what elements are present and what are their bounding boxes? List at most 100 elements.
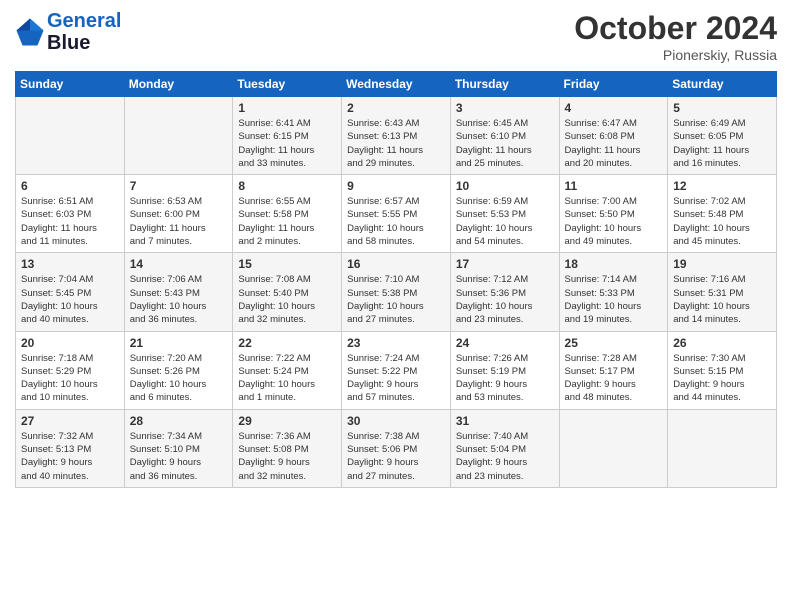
day-info: Sunrise: 7:02 AMSunset: 5:48 PMDaylight:… [673,195,771,248]
day-number: 2 [347,101,445,115]
title-block: October 2024 Pionerskiy, Russia [574,10,777,63]
day-info: Sunrise: 7:20 AMSunset: 5:26 PMDaylight:… [130,352,228,405]
day-info: Sunrise: 6:43 AMSunset: 6:13 PMDaylight:… [347,117,445,170]
day-cell: 16 Sunrise: 7:10 AMSunset: 5:38 PMDayligh… [342,253,451,331]
header-tuesday: Tuesday [233,72,342,97]
day-cell [559,409,668,487]
day-info: Sunrise: 7:00 AMSunset: 5:50 PMDaylight:… [565,195,663,248]
day-cell: 19 Sunrise: 7:16 AMSunset: 5:31 PMDayligh… [668,253,777,331]
day-info: Sunrise: 7:16 AMSunset: 5:31 PMDaylight:… [673,273,771,326]
day-number: 5 [673,101,771,115]
day-number: 22 [238,336,336,350]
calendar-header: Sunday Monday Tuesday Wednesday Thursday… [16,72,777,97]
day-info: Sunrise: 7:14 AMSunset: 5:33 PMDaylight:… [565,273,663,326]
day-info: Sunrise: 7:08 AMSunset: 5:40 PMDaylight:… [238,273,336,326]
day-cell: 4Sunrise: 6:47 AMSunset: 6:08 PMDaylight… [559,97,668,175]
day-number: 11 [565,179,663,193]
day-info: Sunrise: 6:55 AMSunset: 5:58 PMDaylight:… [238,195,336,248]
day-cell: 10Sunrise: 6:59 AMSunset: 5:53 PMDayligh… [450,175,559,253]
logo-line1: General [47,10,121,32]
day-cell: 6Sunrise: 6:51 AMSunset: 6:03 PMDaylight… [16,175,125,253]
page-header: General Blue October 2024 Pionerskiy, Ru… [15,10,777,63]
day-number: 16 [347,257,445,271]
day-cell: 2 Sunrise: 6:43 AMSunset: 6:13 PMDaylight… [342,97,451,175]
day-info: Sunrise: 7:40 AMSunset: 5:04 PMDaylight:… [456,430,554,483]
day-info: Sunrise: 6:53 AMSunset: 6:00 PMDaylight:… [130,195,228,248]
week-row-3: 20 Sunrise: 7:18 AMSunset: 5:29 PMDayligh… [16,331,777,409]
page-container: General Blue October 2024 Pionerskiy, Ru… [0,0,792,498]
week-row-0: 1 Sunrise: 6:41 AMSunset: 6:15 PMDaylight… [16,97,777,175]
day-info: Sunrise: 7:04 AMSunset: 5:45 PMDaylight:… [21,273,119,326]
calendar-table: Sunday Monday Tuesday Wednesday Thursday… [15,71,777,488]
day-info: Sunrise: 7:12 AMSunset: 5:36 PMDaylight:… [456,273,554,326]
logo-line2: Blue [47,32,90,54]
day-info: Sunrise: 7:22 AMSunset: 5:24 PMDaylight:… [238,352,336,405]
day-cell [16,97,125,175]
day-cell: 14 Sunrise: 7:06 AMSunset: 5:43 PMDayligh… [124,253,233,331]
day-cell: 5 Sunrise: 6:49 AMSunset: 6:05 PMDaylight… [668,97,777,175]
day-number: 17 [456,257,554,271]
header-sunday: Sunday [16,72,125,97]
day-info: Sunrise: 7:06 AMSunset: 5:43 PMDaylight:… [130,273,228,326]
day-number: 30 [347,414,445,428]
day-number: 26 [673,336,771,350]
day-cell: 21Sunrise: 7:20 AMSunset: 5:26 PMDayligh… [124,331,233,409]
day-info: Sunrise: 6:41 AMSunset: 6:15 PMDaylight:… [238,117,336,170]
day-info: Sunrise: 7:34 AMSunset: 5:10 PMDaylight:… [130,430,228,483]
day-number: 3 [456,101,554,115]
logo-icon [15,17,45,47]
day-info: Sunrise: 6:51 AMSunset: 6:03 PMDaylight:… [21,195,119,248]
day-number: 7 [130,179,228,193]
header-row: Sunday Monday Tuesday Wednesday Thursday… [16,72,777,97]
day-number: 13 [21,257,119,271]
day-number: 20 [21,336,119,350]
day-cell: 27 Sunrise: 7:32 AMSunset: 5:13 PMDayligh… [16,409,125,487]
day-number: 14 [130,257,228,271]
day-cell: 9Sunrise: 6:57 AMSunset: 5:55 PMDaylight… [342,175,451,253]
day-info: Sunrise: 7:18 AMSunset: 5:29 PMDaylight:… [21,352,119,405]
header-saturday: Saturday [668,72,777,97]
day-number: 24 [456,336,554,350]
day-cell: 17 Sunrise: 7:12 AMSunset: 5:36 PMDayligh… [450,253,559,331]
day-cell: 23Sunrise: 7:24 AMSunset: 5:22 PMDayligh… [342,331,451,409]
day-cell: 28 Sunrise: 7:34 AMSunset: 5:10 PMDayligh… [124,409,233,487]
day-number: 27 [21,414,119,428]
logo: General Blue [15,10,121,54]
day-cell: 25Sunrise: 7:28 AMSunset: 5:17 PMDayligh… [559,331,668,409]
day-number: 9 [347,179,445,193]
logo-text: General Blue [47,10,121,54]
day-number: 25 [565,336,663,350]
month-title: October 2024 [574,10,777,47]
day-number: 12 [673,179,771,193]
day-cell: 18Sunrise: 7:14 AMSunset: 5:33 PMDayligh… [559,253,668,331]
day-number: 23 [347,336,445,350]
day-cell: 1 Sunrise: 6:41 AMSunset: 6:15 PMDaylight… [233,97,342,175]
day-cell: 22 Sunrise: 7:22 AMSunset: 5:24 PMDayligh… [233,331,342,409]
day-info: Sunrise: 7:32 AMSunset: 5:13 PMDaylight:… [21,430,119,483]
day-cell: 24Sunrise: 7:26 AMSunset: 5:19 PMDayligh… [450,331,559,409]
day-cell: 29Sunrise: 7:36 AMSunset: 5:08 PMDayligh… [233,409,342,487]
day-number: 28 [130,414,228,428]
day-info: Sunrise: 7:30 AMSunset: 5:15 PMDaylight:… [673,352,771,405]
day-number: 19 [673,257,771,271]
day-info: Sunrise: 6:49 AMSunset: 6:05 PMDaylight:… [673,117,771,170]
day-cell: 30Sunrise: 7:38 AMSunset: 5:06 PMDayligh… [342,409,451,487]
day-cell: 12 Sunrise: 7:02 AMSunset: 5:48 PMDayligh… [668,175,777,253]
day-info: Sunrise: 6:47 AMSunset: 6:08 PMDaylight:… [565,117,663,170]
day-number: 15 [238,257,336,271]
header-thursday: Thursday [450,72,559,97]
day-number: 8 [238,179,336,193]
day-cell: 20 Sunrise: 7:18 AMSunset: 5:29 PMDayligh… [16,331,125,409]
day-cell: 8 Sunrise: 6:55 AMSunset: 5:58 PMDaylight… [233,175,342,253]
day-cell: 26 Sunrise: 7:30 AMSunset: 5:15 PMDayligh… [668,331,777,409]
day-number: 1 [238,101,336,115]
header-monday: Monday [124,72,233,97]
day-cell: 11 Sunrise: 7:00 AMSunset: 5:50 PMDayligh… [559,175,668,253]
day-cell: 3 Sunrise: 6:45 AMSunset: 6:10 PMDaylight… [450,97,559,175]
day-cell [668,409,777,487]
day-cell [124,97,233,175]
day-cell: 31Sunrise: 7:40 AMSunset: 5:04 PMDayligh… [450,409,559,487]
day-info: Sunrise: 6:45 AMSunset: 6:10 PMDaylight:… [456,117,554,170]
week-row-4: 27 Sunrise: 7:32 AMSunset: 5:13 PMDayligh… [16,409,777,487]
day-info: Sunrise: 7:10 AMSunset: 5:38 PMDaylight:… [347,273,445,326]
